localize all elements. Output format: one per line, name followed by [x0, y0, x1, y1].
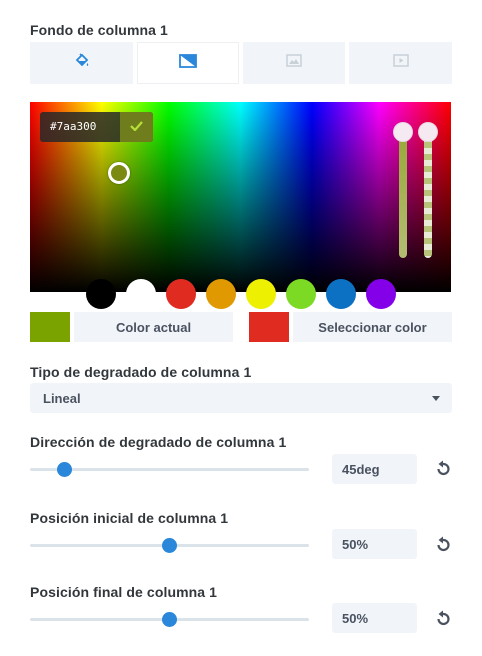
video-icon: [392, 54, 409, 72]
hex-value[interactable]: #7aa300: [50, 120, 96, 133]
background-section-title: Fondo de columna 1: [30, 22, 168, 38]
swatch-orange[interactable]: [206, 279, 236, 309]
select-color-button[interactable]: Seleccionar color: [249, 312, 452, 342]
check-icon: [130, 118, 143, 136]
swatch-black[interactable]: [86, 279, 116, 309]
current-color-label: Color actual: [74, 312, 233, 342]
gradient-direction-thumb[interactable]: [57, 462, 73, 477]
background-type-tabs: [30, 42, 452, 84]
end-position-value: 50%: [342, 611, 369, 626]
start-position-value: 50%: [342, 537, 369, 552]
gradient-direction-value: 45deg: [342, 462, 380, 477]
swatch-purple[interactable]: [366, 279, 396, 309]
tab-gradient[interactable]: [137, 42, 239, 84]
hex-input-box[interactable]: #7aa300: [40, 112, 153, 142]
current-color-button[interactable]: Color actual: [30, 312, 233, 342]
swatch-yellow[interactable]: [246, 279, 276, 309]
picker-handle[interactable]: [108, 162, 130, 184]
end-position-label: Posición final de columna 1: [30, 584, 218, 600]
start-position-input[interactable]: 50%: [332, 529, 417, 559]
alpha-slider-knob[interactable]: [418, 122, 438, 142]
hue-slider[interactable]: [393, 122, 413, 258]
gradient-direction-label: Dirección de degradado de columna 1: [30, 434, 287, 450]
swatch-white[interactable]: [126, 279, 156, 309]
gradient-type-select[interactable]: Lineal: [30, 383, 452, 413]
chevron-down-icon: [432, 396, 440, 401]
gradient-icon: [179, 53, 197, 73]
reset-icon[interactable]: [434, 610, 452, 628]
paint-bucket-icon: [74, 52, 90, 74]
current-color-chip: [30, 312, 70, 342]
swatch-blue[interactable]: [326, 279, 356, 309]
gradient-type-value: Lineal: [43, 391, 81, 406]
alpha-slider[interactable]: [418, 122, 438, 258]
select-color-chip: [249, 312, 289, 342]
gradient-type-label: Tipo de degradado de columna 1: [30, 364, 252, 380]
tab-image[interactable]: [243, 42, 345, 84]
gradient-direction-input[interactable]: 45deg: [332, 454, 417, 484]
swatch-green[interactable]: [286, 279, 316, 309]
start-position-label: Posición inicial de columna 1: [30, 510, 229, 526]
color-picker[interactable]: #7aa300: [30, 102, 451, 292]
end-position-input[interactable]: 50%: [332, 603, 417, 633]
start-position-thumb[interactable]: [162, 538, 177, 553]
image-icon: [286, 54, 302, 72]
hue-slider-knob[interactable]: [393, 122, 413, 142]
select-color-label: Seleccionar color: [293, 312, 452, 342]
reset-icon[interactable]: [434, 536, 452, 554]
end-position-thumb[interactable]: [162, 612, 177, 627]
reset-icon[interactable]: [434, 460, 452, 478]
tab-video[interactable]: [349, 42, 452, 84]
tab-color[interactable]: [30, 42, 133, 84]
swatch-red[interactable]: [166, 279, 196, 309]
confirm-color-button[interactable]: [120, 112, 153, 142]
